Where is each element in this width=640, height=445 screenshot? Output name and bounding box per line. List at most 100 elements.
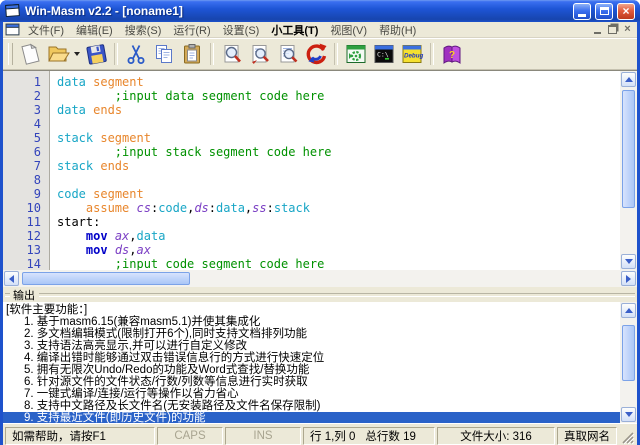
output-line[interactable]: 6. 针对源文件的文件状态/行数/列数等信息进行实时获取 [3, 376, 620, 388]
debug-icon: Debug [400, 42, 424, 66]
minimize-button[interactable] [573, 3, 591, 20]
code-text: assume cs:code,ds:data,ss:stack [49, 201, 310, 215]
output-line-selected[interactable]: 9. 支持最近文件(即历史文件)的功能 [3, 412, 620, 423]
output-vertical-scrollbar[interactable] [620, 302, 637, 423]
scroll-down-button[interactable] [621, 407, 636, 422]
menu-view[interactable]: 视图(V) [324, 22, 373, 38]
output-line[interactable]: 2. 多文档编辑模式(限制打开6个),同时支持文档排列功能 [3, 328, 620, 340]
arrow-left-icon [9, 275, 14, 283]
build-icon [344, 42, 368, 66]
code-text: data segment [49, 75, 144, 89]
divider [39, 293, 635, 297]
open-file-button[interactable] [44, 41, 72, 67]
menu-settings[interactable]: 设置(S) [217, 22, 266, 38]
close-button[interactable]: × [617, 3, 635, 20]
editor-line[interactable]: 6 ;input stack segment code here [3, 145, 620, 159]
help-button[interactable]: ? [438, 41, 466, 67]
build-button[interactable] [342, 41, 370, 67]
output-line[interactable]: 5. 拥有无限次Undo/Redo的功能及Word式查找/替换功能 [3, 364, 620, 376]
debug-button[interactable]: Debug [398, 41, 426, 67]
code-text [49, 117, 57, 131]
editor-line[interactable]: 7stack ends [3, 159, 620, 173]
paste-button[interactable] [178, 41, 206, 67]
help-icon: ? [440, 42, 464, 66]
editor-line[interactable]: 1data segment [3, 75, 620, 89]
arrow-down-icon [625, 259, 633, 264]
replace-button[interactable] [302, 41, 330, 67]
maximize-button[interactable] [595, 3, 613, 20]
menu-search[interactable]: 搜索(S) [119, 22, 168, 38]
command-prompt-button[interactable]: C:\ [370, 41, 398, 67]
scroll-down-button[interactable] [621, 254, 636, 269]
status-position: 行 1,列 0 总行数 19 [303, 427, 435, 445]
output-line[interactable]: [软件主要功能：] [3, 304, 620, 316]
status-signature: 真取网名 [557, 427, 617, 445]
line-number: 6 [3, 145, 49, 159]
find-next-button[interactable] [246, 41, 274, 67]
output-line[interactable]: 4. 编译出错时能够通过双击错误信息行的方式进行快速定位 [3, 352, 620, 364]
code-text: stack segment [49, 131, 151, 145]
mdi-restore-button[interactable] [605, 24, 620, 36]
line-number: 2 [3, 89, 49, 103]
code-text: data ends [49, 103, 122, 117]
cut-button[interactable] [122, 41, 150, 67]
save-file-button[interactable] [82, 41, 110, 67]
output-line[interactable]: 3. 支持语法高亮显示,并可以进行自定义修改 [3, 340, 620, 352]
maximize-icon [600, 7, 609, 15]
menu-edit[interactable]: 编辑(E) [70, 22, 119, 38]
copy-button[interactable] [150, 41, 178, 67]
app-body: 文件(F) 编辑(E) 搜索(S) 运行(R) 设置(S) 小工具(T) 视图(… [3, 22, 637, 442]
scroll-up-button[interactable] [621, 72, 636, 87]
menu-run[interactable]: 运行(R) [167, 22, 216, 38]
scroll-left-button[interactable] [4, 271, 19, 286]
open-dropdown-button[interactable] [72, 41, 82, 67]
line-number: 7 [3, 159, 49, 173]
find-button[interactable] [218, 41, 246, 67]
menu-file[interactable]: 文件(F) [22, 22, 70, 38]
title-bar[interactable]: Win-Masm v2.2 - [noname1] × [0, 0, 640, 22]
find-in-files-button[interactable] [274, 41, 302, 67]
editor-line[interactable]: 10 assume cs:code,ds:data,ss:stack [3, 201, 620, 215]
command-prompt-icon: C:\ [372, 42, 396, 66]
save-file-icon [84, 42, 108, 66]
editor-line[interactable]: 5stack segment [3, 131, 620, 145]
arrow-up-icon [625, 77, 633, 82]
editor-line[interactable]: 14 ;input code segment code here [3, 257, 620, 270]
output-line[interactable]: 7. 一键式编译/连接/运行等操作以省力省心 [3, 388, 620, 400]
output-line[interactable]: 1. 基于masm6.15(兼容masm5.1)并使其集成化 [3, 316, 620, 328]
line-number: 8 [3, 173, 49, 187]
find-next-icon [248, 42, 272, 66]
vertical-scroll-thumb[interactable] [622, 325, 635, 381]
code-text: mov ds,ax [49, 243, 151, 257]
editor-line[interactable]: 13 mov ds,ax [3, 243, 620, 257]
horizontal-scroll-thumb[interactable] [22, 272, 190, 285]
editor-line[interactable]: 9code segment [3, 187, 620, 201]
editor-horizontal-scrollbar[interactable] [3, 270, 637, 287]
code-text: code segment [49, 187, 144, 201]
vertical-scroll-thumb[interactable] [622, 90, 635, 208]
toolbar-separator [114, 43, 118, 65]
scroll-right-button[interactable] [621, 271, 636, 286]
mdi-minimize-button[interactable] [590, 24, 605, 36]
editor-line[interactable]: 11start: [3, 215, 620, 229]
editor-lines[interactable]: 1data segment2 ;input data segment code … [3, 71, 620, 270]
toolbar-grip[interactable] [8, 43, 13, 65]
new-file-button[interactable] [16, 41, 44, 67]
minimize-icon [578, 14, 586, 17]
editor-line[interactable]: 3data ends [3, 103, 620, 117]
editor-line[interactable]: 12 mov ax,data [3, 229, 620, 243]
editor-line[interactable]: 4 [3, 117, 620, 131]
scroll-up-button[interactable] [621, 303, 636, 318]
code-text: start: [49, 215, 100, 229]
menu-tools[interactable]: 小工具(T) [265, 22, 324, 38]
editor-line[interactable]: 8 [3, 173, 620, 187]
menu-help[interactable]: 帮助(H) [373, 22, 422, 38]
editor-vertical-scrollbar[interactable] [620, 71, 637, 270]
resize-grip[interactable] [619, 427, 635, 445]
replace-icon [304, 42, 328, 66]
output-list[interactable]: [软件主要功能：]1. 基于masm6.15(兼容masm5.1)并使其集成化2… [3, 302, 620, 423]
mdi-document-icon[interactable] [5, 23, 20, 36]
output-line[interactable]: 8. 支持中文路径及长文件名(无安装路径及文件名保存限制) [3, 400, 620, 412]
mdi-close-button[interactable]: × [620, 24, 635, 36]
editor-line[interactable]: 2 ;input data segment code here [3, 89, 620, 103]
